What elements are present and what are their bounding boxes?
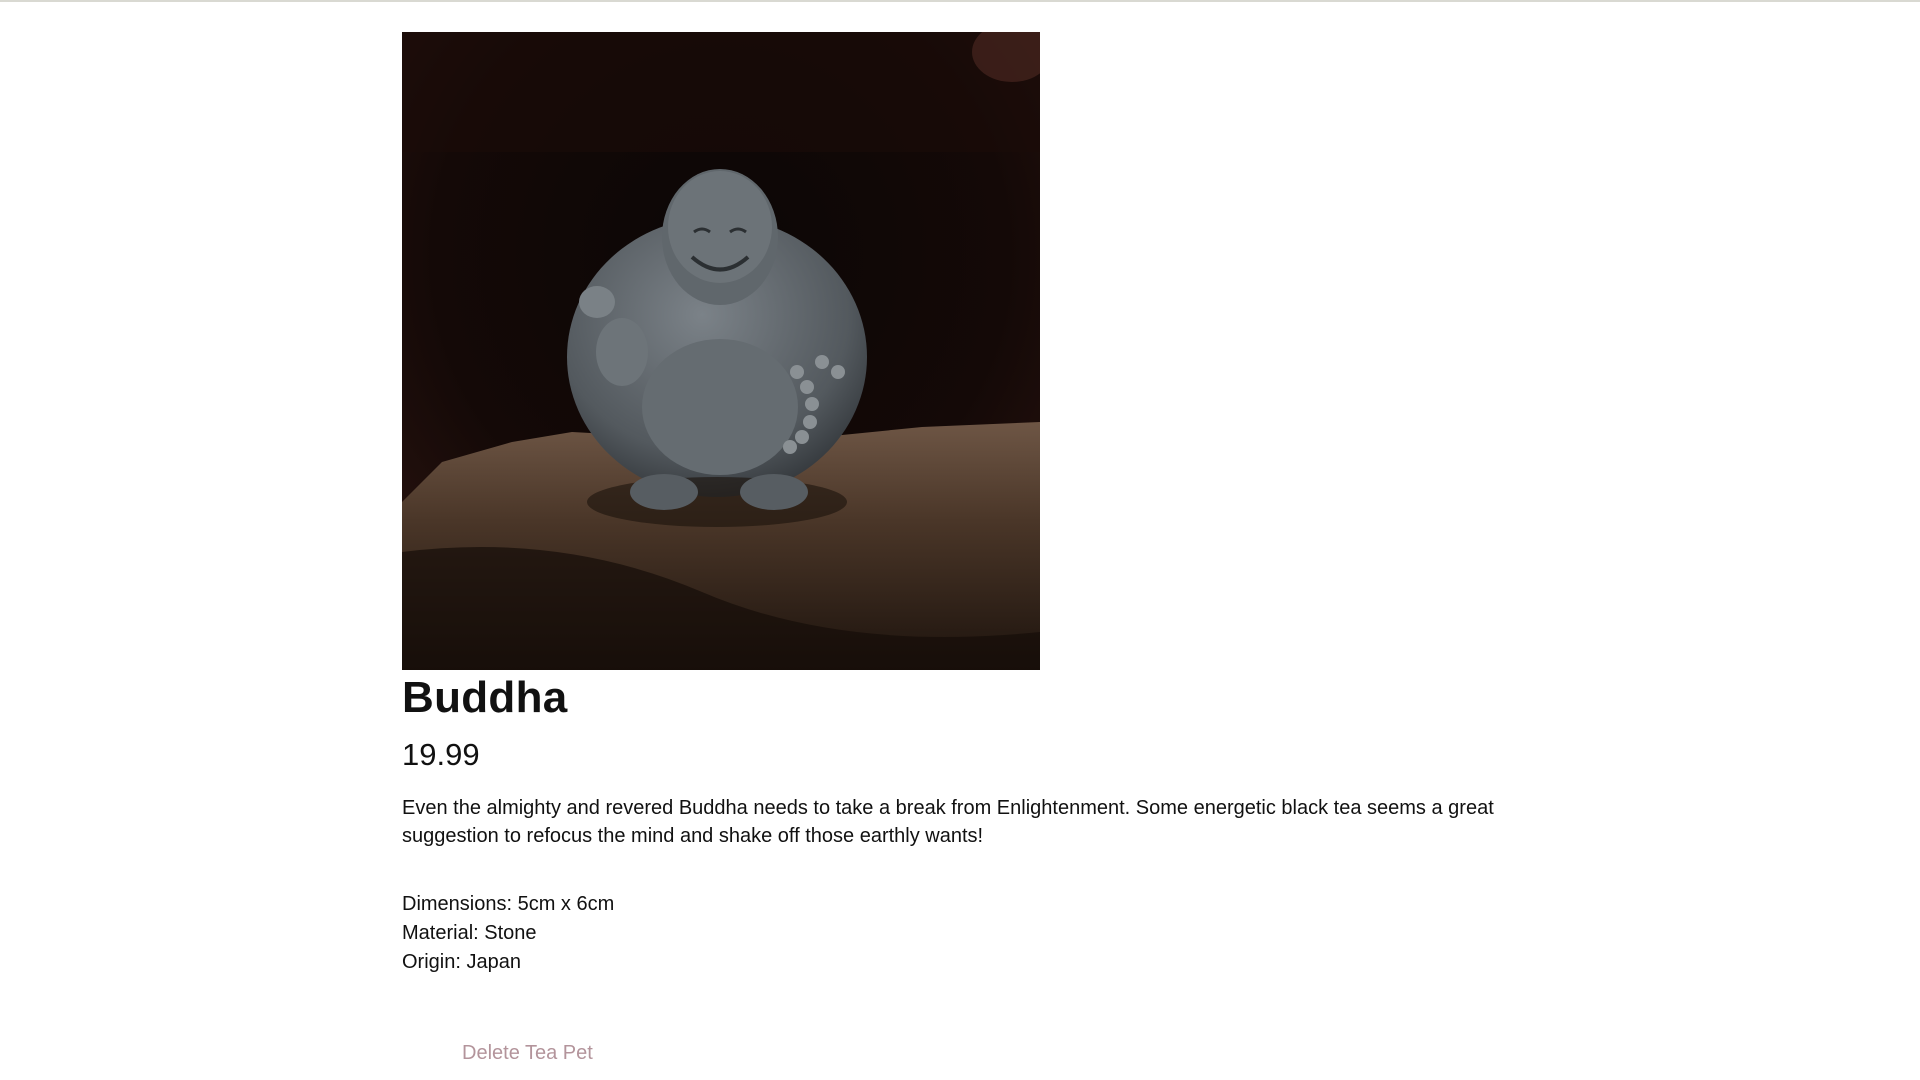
- delete-tea-pet-button[interactable]: Delete Tea Pet: [462, 1041, 593, 1065]
- product-price: 19.99: [402, 737, 480, 772]
- top-divider: [0, 0, 1920, 2]
- product-detail: Buddha 19.99 Even the almighty and rever…: [402, 32, 1502, 1065]
- product-details: Dimensions: 5cm x 6cm Material: Stone Or…: [402, 890, 1502, 977]
- product-description: Even the almighty and revered Buddha nee…: [402, 797, 1494, 847]
- detail-dimensions: Dimensions: 5cm x 6cm: [402, 893, 615, 915]
- product-image: [402, 32, 1040, 670]
- detail-material: Material: Stone: [402, 922, 537, 944]
- product-title: Buddha: [402, 673, 568, 722]
- detail-origin: Origin: Japan: [402, 951, 521, 973]
